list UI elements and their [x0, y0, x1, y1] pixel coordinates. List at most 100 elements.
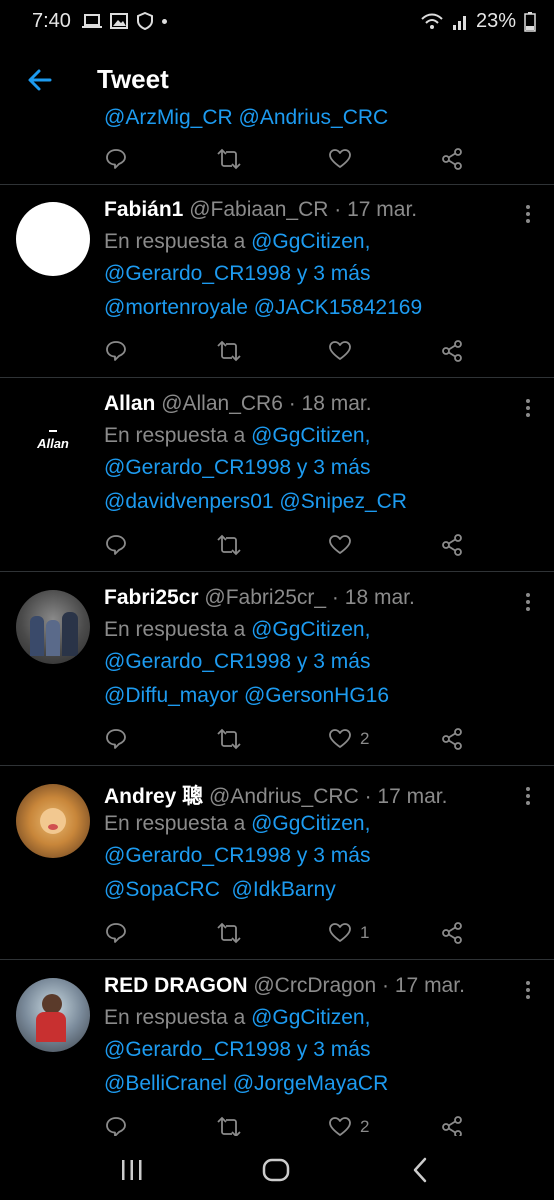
share-icon — [442, 148, 462, 170]
avatar[interactable]: Allan — [16, 396, 90, 470]
tweet-mentions[interactable]: @davidvenpers01 @Snipez_CR — [104, 490, 407, 514]
tweet-actions — [104, 532, 474, 560]
share-button[interactable] — [440, 920, 464, 946]
wifi-icon — [421, 13, 443, 29]
tweet[interactable]: Andrey 聰 @Andrius_CRC · 17 mar. En respu… — [0, 766, 554, 960]
retweet-icon — [217, 148, 241, 170]
status-time: 7:40 — [32, 10, 71, 32]
like-button[interactable]: 2 — [328, 726, 369, 752]
system-nav-bar — [0, 1136, 554, 1200]
back-arrow-icon[interactable] — [24, 64, 56, 96]
tweet[interactable]: Fabián1 @Fabiaan_CR · 17 mar. En respues… — [0, 184, 554, 378]
reply-others[interactable]: @Gerardo_CR1998 y 3 más — [104, 456, 370, 480]
retweet-button[interactable] — [216, 920, 242, 946]
laptop-icon — [82, 14, 102, 28]
like-icon — [329, 149, 351, 168]
reply-others[interactable]: @Gerardo_CR1998 y 3 más — [104, 1038, 370, 1062]
reply-others[interactable]: @Gerardo_CR1998 y 3 más — [104, 844, 370, 868]
tweet-actions: 1 — [104, 920, 474, 948]
avatar[interactable] — [16, 978, 90, 1052]
like-icon — [329, 923, 351, 942]
tweet-actions: 2 — [104, 726, 474, 754]
tweet[interactable]: RED DRAGON @CrcDragon · 17 mar. En respu… — [0, 960, 554, 1154]
reply-button[interactable] — [104, 146, 128, 172]
reply-button[interactable] — [104, 726, 128, 752]
retweet-icon — [217, 728, 241, 750]
display-name[interactable]: RED DRAGON — [104, 974, 248, 997]
more-icon[interactable] — [524, 592, 532, 612]
avatar[interactable] — [16, 590, 90, 664]
tweet[interactable]: Fabri25cr @Fabri25cr_ · 18 mar. En respu… — [0, 572, 554, 766]
battery-icon — [524, 11, 536, 32]
tweet-meta: @CrcDragon · 17 mar. — [253, 974, 465, 997]
share-button[interactable] — [440, 146, 464, 172]
reply-button[interactable] — [104, 532, 128, 558]
more-icon[interactable] — [524, 980, 532, 1000]
like-icon — [329, 341, 351, 360]
tweet-meta: @Fabiaan_CR · 17 mar. — [189, 198, 418, 221]
share-icon — [442, 534, 462, 556]
tweet-meta: @Allan_CR6 · 18 mar. — [161, 392, 372, 415]
avatar[interactable] — [16, 202, 90, 276]
share-button[interactable] — [440, 338, 464, 364]
reply-handle[interactable]: @GgCitizen, — [251, 812, 370, 835]
like-count: 2 — [360, 729, 370, 748]
reply-others[interactable]: @Gerardo_CR1998 y 3 más — [104, 650, 370, 674]
display-name[interactable]: Allan — [104, 392, 155, 415]
reply-handle[interactable]: @GgCitizen, — [251, 618, 370, 641]
home-icon[interactable] — [262, 1158, 290, 1182]
like-count: 1 — [360, 923, 370, 942]
retweet-button[interactable] — [216, 726, 242, 752]
reply-others[interactable]: @Gerardo_CR1998 y 3 más — [104, 262, 370, 286]
like-icon — [329, 729, 351, 748]
avatar-logo: Allan — [37, 436, 69, 451]
retweet-button[interactable] — [216, 146, 242, 172]
reply-icon — [106, 535, 126, 555]
reply-icon — [106, 923, 126, 943]
more-icon[interactable] — [524, 786, 532, 806]
reply-prefix: En respuesta a — [104, 230, 252, 253]
retweet-icon — [217, 534, 241, 556]
partial-mentions[interactable]: @ArzMig_CR @Andrius_CRC — [104, 106, 388, 130]
retweet-icon — [217, 340, 241, 362]
display-name[interactable]: Andrey 聰 — [104, 785, 203, 808]
reply-prefix: En respuesta a — [104, 812, 252, 835]
shield-icon — [137, 12, 153, 30]
avatar[interactable] — [16, 784, 90, 858]
reply-handle[interactable]: @GgCitizen, — [251, 1006, 370, 1029]
retweet-icon — [217, 922, 241, 944]
reply-button[interactable] — [104, 920, 128, 946]
recent-apps-icon[interactable] — [119, 1158, 145, 1182]
partial-tweet[interactable]: @ArzMig_CR @Andrius_CRC — [0, 106, 554, 185]
reply-button[interactable] — [104, 338, 128, 364]
reply-handle[interactable]: @GgCitizen, — [251, 424, 370, 447]
retweet-button[interactable] — [216, 338, 242, 364]
tweet[interactable]: Allan Allan @Allan_CR6 · 18 mar. En resp… — [0, 378, 554, 572]
reply-prefix: En respuesta a — [104, 1006, 252, 1029]
like-button[interactable] — [328, 532, 360, 558]
tweet-meta: @Andrius_CRC · 17 mar. — [209, 785, 448, 808]
retweet-button[interactable] — [216, 532, 242, 558]
share-button[interactable] — [440, 726, 464, 752]
like-button[interactable] — [328, 146, 352, 172]
more-icon[interactable] — [524, 204, 532, 224]
signal-icon — [452, 15, 466, 30]
like-button[interactable]: 1 — [328, 920, 369, 946]
reply-handle[interactable]: @GgCitizen, — [251, 230, 370, 253]
reply-icon — [106, 729, 126, 749]
tweet-mentions[interactable]: @Diffu_mayor @GersonHG16 — [104, 684, 389, 708]
tweet-mentions[interactable]: @SopaCRC @IdkBarny — [104, 878, 336, 902]
like-button[interactable] — [328, 338, 360, 364]
share-button[interactable] — [440, 532, 464, 558]
reply-icon — [106, 341, 126, 361]
nav-back-icon[interactable] — [410, 1157, 430, 1183]
reply-prefix: En respuesta a — [104, 424, 252, 447]
like-icon — [329, 535, 351, 554]
tweet-mentions[interactable]: @mortenroyale @JACK15842169 — [104, 296, 422, 320]
display-name[interactable]: Fabián1 — [104, 198, 183, 221]
battery-percent: 23% — [475, 10, 516, 32]
display-name[interactable]: Fabri25cr — [104, 586, 199, 609]
more-icon[interactable] — [524, 398, 532, 418]
tweet-mentions[interactable]: @BelliCranel @JorgeMayaCR — [104, 1072, 388, 1096]
share-icon — [442, 340, 462, 362]
